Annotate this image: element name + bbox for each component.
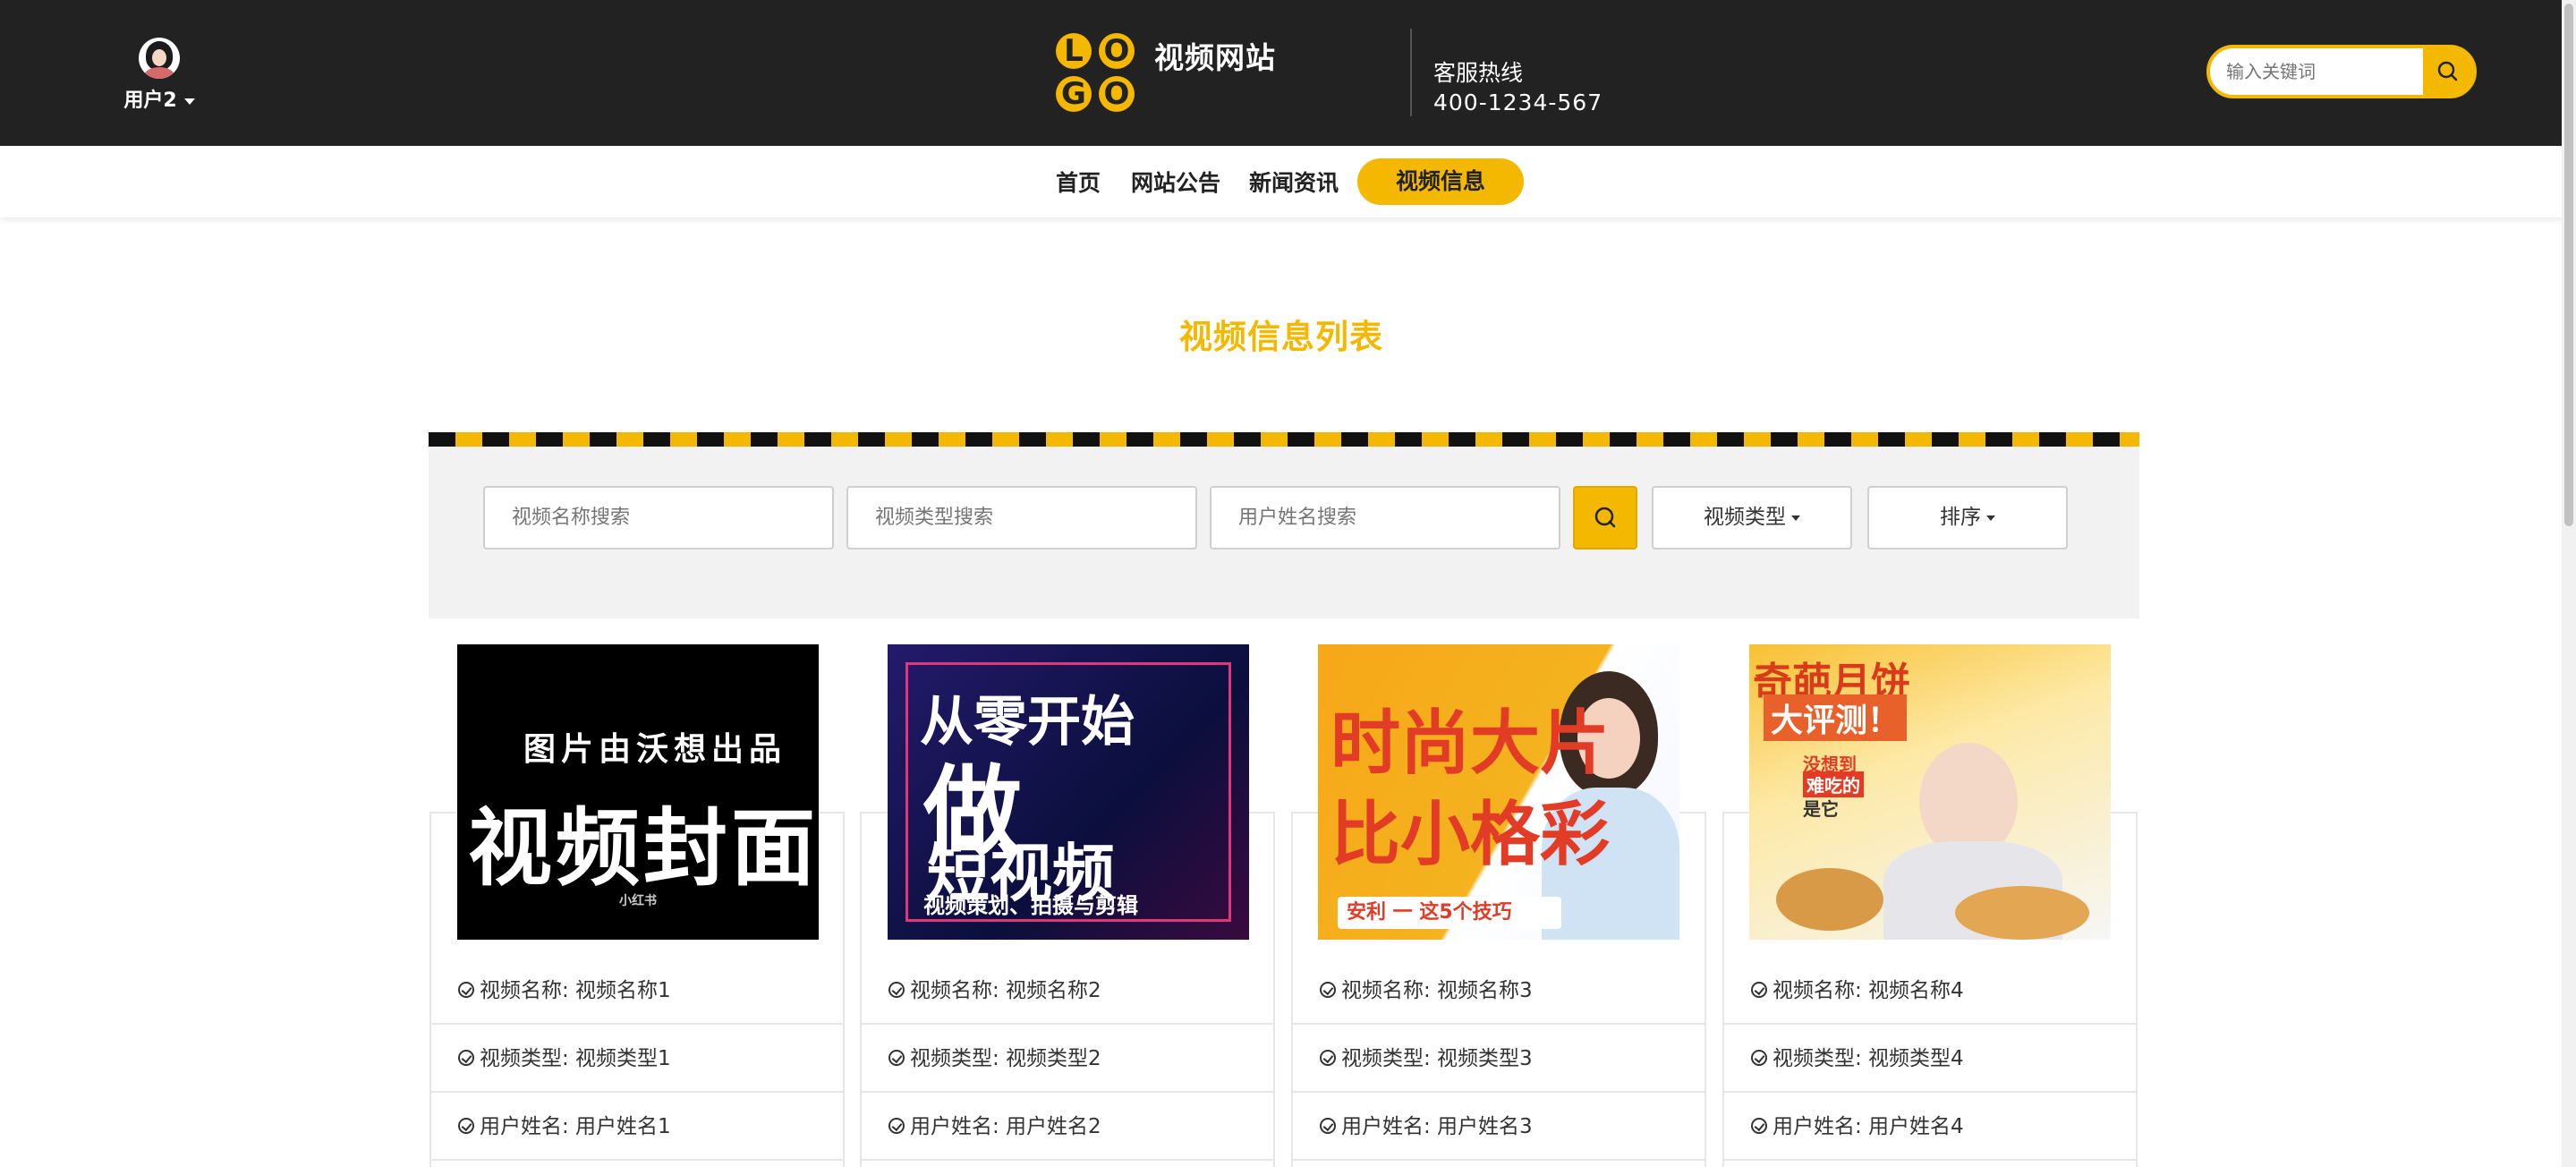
check-circle-icon xyxy=(1751,1049,1767,1066)
page-title: 视频信息列表 xyxy=(1179,318,1383,356)
caret-down-icon xyxy=(183,98,195,105)
header-search xyxy=(2206,45,2477,98)
nav-item-announcements[interactable]: 网站公告 xyxy=(1131,166,1220,198)
user-name-row: 用户姓名: 用户姓名4 xyxy=(1724,1093,2136,1161)
header-divider xyxy=(1410,29,1412,116)
hotline-number: 400-1234-567 xyxy=(1433,89,1603,115)
video-type: 视频类型: 视频类型4 xyxy=(1773,1047,1964,1070)
search-icon xyxy=(1594,507,1616,528)
caret-down-icon xyxy=(1791,515,1800,521)
video-type-dropdown-label: 视频类型 xyxy=(1704,506,1786,529)
caret-down-icon xyxy=(1986,515,1995,521)
check-circle-icon xyxy=(888,1049,905,1066)
page-scrollbar[interactable] xyxy=(2562,0,2576,1167)
nav-item-video-info[interactable]: 视频信息 xyxy=(1357,158,1524,205)
video-type-search-input[interactable] xyxy=(846,486,1197,549)
check-circle-icon xyxy=(1751,1117,1767,1134)
video-name-row: 视频名称: 视频名称2 xyxy=(862,957,1273,1025)
sort-dropdown-label: 排序 xyxy=(1940,506,1981,529)
video-type-row: 视频类型: 视频类型3 xyxy=(1293,1025,1705,1093)
check-circle-icon xyxy=(458,1049,474,1066)
user-name: 用户姓名: 用户姓名1 xyxy=(480,1115,671,1138)
decorative-stripe xyxy=(429,432,2139,447)
check-circle-icon xyxy=(1320,1049,1336,1066)
user-name-row: 用户姓名: 用户姓名2 xyxy=(862,1093,1273,1161)
video-name-row: 视频名称: 视频名称3 xyxy=(1293,957,1705,1025)
main-nav: 首页 网站公告 新闻资讯 视频信息 xyxy=(0,146,2576,217)
video-type: 视频类型: 视频类型3 xyxy=(1341,1047,1533,1070)
filter-search-button[interactable] xyxy=(1573,486,1637,549)
search-icon xyxy=(2437,61,2458,81)
check-circle-icon xyxy=(1751,981,1767,998)
header-search-button[interactable] xyxy=(2423,48,2473,95)
video-thumbnail[interactable]: 从零开始 做 短视频 视频策划、拍摄与剪辑 xyxy=(888,644,1249,940)
video-type: 视频类型: 视频类型1 xyxy=(480,1047,671,1070)
video-name: 视频名称: 视频名称1 xyxy=(480,979,671,1002)
video-thumbnail[interactable]: 图片由沃想出品 视频封面 小红书 xyxy=(457,644,819,940)
video-name-row: 视频名称: 视频名称1 xyxy=(431,957,843,1025)
check-circle-icon xyxy=(888,981,905,998)
video-thumbnail[interactable]: 时尚大片 比小格彩 安利 一 这5个技巧 xyxy=(1318,644,1679,940)
avatar[interactable] xyxy=(139,38,180,79)
video-type-row: 视频类型: 视频类型2 xyxy=(862,1025,1273,1093)
user-name-search-input[interactable] xyxy=(1210,486,1560,549)
user-name: 用户姓名: 用户姓名3 xyxy=(1341,1115,1533,1138)
video-name: 视频名称: 视频名称2 xyxy=(910,979,1101,1002)
check-circle-icon xyxy=(888,1117,905,1134)
video-name: 视频名称: 视频名称3 xyxy=(1341,979,1533,1002)
user-name-row: 用户姓名: 用户姓名1 xyxy=(431,1093,843,1161)
video-thumbnail[interactable]: 奇葩月饼 大评测！ 没想到 难吃的 是它 xyxy=(1749,644,2111,940)
user-name: 用户姓名: 用户姓名2 xyxy=(910,1115,1101,1138)
top-header: 用户2 L O G O 视频网站 客服热线 400-1234-567 xyxy=(0,0,2576,146)
check-circle-icon xyxy=(458,981,474,998)
user-name: 用户2 xyxy=(123,89,177,112)
check-circle-icon xyxy=(1320,981,1336,998)
video-type-dropdown[interactable]: 视频类型 xyxy=(1652,486,1852,549)
check-circle-icon xyxy=(458,1117,474,1134)
sort-dropdown[interactable]: 排序 xyxy=(1867,486,2068,549)
user-name-toggle[interactable]: 用户2 xyxy=(116,84,202,113)
scrollbar-thumb[interactable] xyxy=(2564,4,2573,526)
hotline-label: 客服热线 xyxy=(1433,60,1524,86)
header-search-input[interactable] xyxy=(2210,48,2425,95)
check-circle-icon xyxy=(1320,1117,1336,1134)
video-name: 视频名称: 视频名称4 xyxy=(1773,979,1964,1002)
video-type-row: 视频类型: 视频类型4 xyxy=(1724,1025,2136,1093)
nav-item-news[interactable]: 新闻资讯 xyxy=(1249,166,1339,198)
video-type-row: 视频类型: 视频类型1 xyxy=(431,1025,843,1093)
video-type: 视频类型: 视频类型2 xyxy=(910,1047,1101,1070)
video-name-row: 视频名称: 视频名称4 xyxy=(1724,957,2136,1025)
user-name-row: 用户姓名: 用户姓名3 xyxy=(1293,1093,1705,1161)
user-menu[interactable]: 用户2 xyxy=(116,38,202,113)
video-name-search-input[interactable] xyxy=(483,486,834,549)
site-name: 视频网站 xyxy=(1154,40,1276,75)
nav-item-home[interactable]: 首页 xyxy=(1056,166,1101,198)
site-logo[interactable]: L O G O xyxy=(1056,33,1138,115)
user-name: 用户姓名: 用户姓名4 xyxy=(1773,1115,1964,1138)
